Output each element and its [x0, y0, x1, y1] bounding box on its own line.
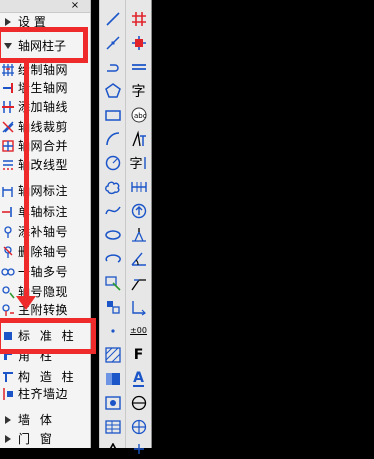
multi-number-icon	[1, 265, 15, 279]
polygon-icon[interactable]	[102, 80, 123, 101]
grid-dim-icon	[1, 184, 15, 198]
region-icon[interactable]	[102, 392, 123, 413]
menu-item-structural-column[interactable]: 构 造 柱	[0, 369, 90, 385]
align-column-icon	[1, 387, 15, 401]
node-icon[interactable]	[128, 438, 149, 459]
index-icon[interactable]	[128, 392, 149, 413]
triangle-right-icon	[1, 413, 15, 427]
menu-item-single-axis-dim[interactable]: 单轴标注	[0, 204, 90, 220]
menu-item-grid-dim[interactable]: 轴网标注	[0, 183, 90, 199]
panel-title-bar[interactable]: ×	[0, 0, 90, 13]
angle-icon[interactable]	[128, 248, 149, 269]
elevation-icon[interactable]	[128, 224, 149, 245]
arc-icon[interactable]	[102, 128, 123, 149]
insert-block-icon[interactable]	[102, 272, 123, 293]
line-icon[interactable]	[102, 8, 123, 29]
arc-polyline-icon[interactable]	[102, 56, 123, 77]
highlight-box-axis-columns	[0, 27, 88, 63]
table-icon[interactable]	[102, 416, 123, 437]
gradient-icon[interactable]	[102, 368, 123, 389]
menu-item-wall-grid[interactable]: 墙生轴网	[0, 80, 90, 96]
ellipse-icon[interactable]	[102, 224, 123, 245]
triangle-right-icon	[1, 432, 15, 446]
close-icon[interactable]: ×	[70, 0, 80, 12]
convert-icon	[1, 303, 15, 317]
menu-item-draw-grid[interactable]: 绘制轴网	[0, 62, 90, 78]
elevation-mark-icon[interactable]	[128, 296, 149, 317]
text-align-icon[interactable]: 字	[128, 152, 149, 173]
menu-item-convert[interactable]: 主附转换	[0, 302, 90, 318]
dimension-icon[interactable]	[128, 176, 149, 197]
menu-item-axis-trim[interactable]: 轴线裁剪	[0, 119, 90, 135]
add-axis-number-icon	[1, 225, 15, 239]
menu-item-grid-merge[interactable]: 轴网合并	[0, 138, 90, 154]
double-line-icon[interactable]	[128, 56, 149, 77]
grid-merge-icon	[1, 139, 15, 153]
menu-item-align-column[interactable]: 柱齐墙边	[0, 386, 90, 402]
compass-icon[interactable]	[128, 416, 149, 437]
text-icon[interactable]: 字	[128, 80, 149, 101]
revcloud-icon[interactable]	[102, 176, 123, 197]
axis-linetype-icon	[1, 158, 15, 172]
wall-grid-icon	[1, 81, 15, 95]
menu-item-add-axis[interactable]: 添加轴线	[0, 99, 90, 115]
circle-icon[interactable]	[102, 152, 123, 173]
menu-item-axis-linetype[interactable]: 轴改线型	[0, 157, 90, 173]
rectangle-icon[interactable]	[102, 104, 123, 125]
annotation-toolbar: 字 abc 字 ±00 F A	[125, 0, 152, 454]
elevation-label-icon[interactable]: ±00	[128, 320, 149, 341]
highlight-arrow-line	[24, 63, 29, 297]
single-axis-dim-icon	[1, 205, 15, 219]
menu-item-delete-axis-number[interactable]: 删除轴号	[0, 244, 90, 260]
add-axis-icon	[1, 100, 15, 114]
menu-item-multi-number[interactable]: 一轴多号	[0, 264, 90, 280]
delete-axis-number-icon	[1, 245, 15, 259]
menu-group-wall[interactable]: 墙 体	[0, 412, 90, 428]
highlight-arrow-head	[16, 296, 36, 310]
f-mark-icon[interactable]: F	[128, 344, 149, 365]
text-style-icon[interactable]	[128, 128, 149, 149]
menu-item-add-axis-number[interactable]: 添补轴号	[0, 224, 90, 240]
structural-column-icon	[1, 370, 15, 384]
text-a-icon[interactable]: A	[128, 368, 149, 389]
axis-symbol-icon[interactable]	[128, 8, 149, 29]
highlight-box-standard-column	[0, 318, 96, 354]
column-symbol-icon[interactable]	[128, 32, 149, 53]
svg-text:abc: abc	[134, 112, 147, 120]
point-icon[interactable]	[102, 320, 123, 341]
leader-icon[interactable]	[128, 272, 149, 293]
grid-draw-icon	[1, 63, 15, 77]
draw-toolbar	[99, 0, 125, 455]
hatch-icon[interactable]	[102, 344, 123, 365]
spline-icon[interactable]	[102, 200, 123, 221]
axis-trim-icon	[1, 120, 15, 134]
polyline-icon[interactable]	[102, 32, 123, 53]
tangent-function-panel: × 设 置 轴网柱子 绘制轴网 墙生轴网 添加轴线 轴线裁剪 轴网合并 轴改线型…	[0, 0, 91, 448]
spell-check-icon[interactable]: abc	[128, 104, 149, 125]
menu-item-toggle-axis-number[interactable]: 轴号隐现	[0, 284, 90, 300]
arrow-icon[interactable]	[128, 200, 149, 221]
mtext-icon[interactable]	[102, 438, 123, 459]
ellipse-arc-icon[interactable]	[102, 248, 123, 269]
make-block-icon[interactable]	[102, 296, 123, 317]
menu-group-door-window[interactable]: 门 窗	[0, 431, 90, 447]
toggle-axis-number-icon	[1, 285, 15, 299]
